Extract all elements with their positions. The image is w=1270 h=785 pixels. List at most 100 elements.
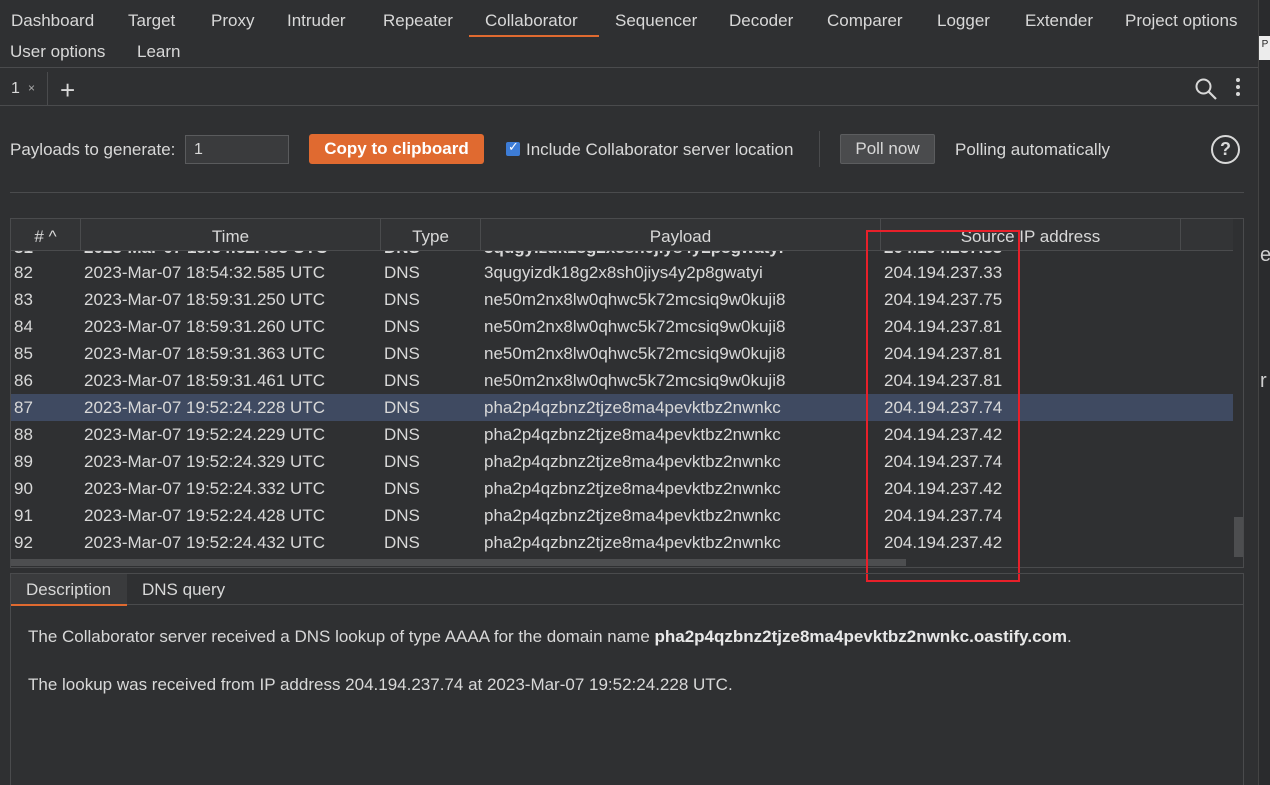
- adjacent-glyph: e: [1260, 244, 1270, 266]
- cell-payload: 3qugyizdk18g2x8sh0jiys4y2p8gwatyi: [484, 251, 784, 259]
- cell-payload: pha2p4qzbnz2tjze8ma4pevktbz2nwnkc: [484, 452, 781, 471]
- table-row[interactable]: 83 2023-Mar-07 18:59:31.250 UTC DNS ne50m2n…: [11, 286, 1233, 313]
- include-location-checkbox[interactable]: [506, 139, 520, 156]
- tab-label: 1: [11, 80, 20, 97]
- cell-payload: pha2p4qzbnz2tjze8ma4pevktbz2nwnkc: [484, 533, 781, 552]
- table-row[interactable]: 88 2023-Mar-07 19:52:24.229 UTC DNS pha2p4q…: [11, 421, 1233, 448]
- nav-user-options[interactable]: User options: [0, 36, 115, 67]
- cell-time: 2023-Mar-07 18:59:31.250 UTC: [84, 290, 325, 309]
- cell-source-ip: 204.194.237.81: [884, 344, 1003, 363]
- search-icon[interactable]: [1194, 77, 1218, 101]
- cell-time: 2023-Mar-07 19:52:24.228 UTC: [84, 398, 325, 417]
- cell-time: 2023-Mar-07 19:52:24.432 UTC: [84, 533, 325, 552]
- cell-id: 92: [14, 533, 33, 552]
- table-row[interactable]: 92 2023-Mar-07 19:52:24.432 UTC DNS pha2p4q…: [11, 529, 1233, 556]
- nav-comparer[interactable]: Comparer: [817, 5, 913, 36]
- cell-payload: pha2p4qzbnz2tjze8ma4pevktbz2nwnkc: [484, 479, 781, 498]
- nav-collaborator[interactable]: Collaborator: [469, 5, 599, 37]
- table-row[interactable]: 89 2023-Mar-07 19:52:24.329 UTC DNS pha2p4q…: [11, 448, 1233, 475]
- cell-payload: ne50m2nx8lw0qhwc5k72mcsiq9w0kuji8: [484, 371, 786, 390]
- table-row[interactable]: 82 2023-Mar-07 18:54:32.585 UTC DNS 3qugyiz…: [11, 259, 1233, 286]
- collaborator-tab-bar: 1 ×: [0, 68, 1258, 106]
- cell-payload: 3qugyizdk18g2x8sh0jiys4y2p8gwatyi: [484, 263, 763, 282]
- scrollbar-thumb[interactable]: [11, 559, 906, 566]
- nav-target[interactable]: Target: [118, 5, 185, 36]
- column-header-source-ip[interactable]: Source IP address: [881, 219, 1181, 251]
- table-row[interactable]: 81 2023-Mar-07 18:54:32.485 UTC DNS 3qug…: [11, 251, 1233, 259]
- poll-now-button[interactable]: Poll now: [840, 134, 935, 164]
- nav-proxy[interactable]: Proxy: [201, 5, 264, 36]
- adjacent-tag: P: [1259, 36, 1270, 60]
- nav-dashboard[interactable]: Dashboard: [1, 5, 104, 36]
- domain-name: pha2p4qzbnz2tjze8ma4pevktbz2nwnkc.oastif…: [654, 627, 1068, 646]
- table-row[interactable]: 84 2023-Mar-07 18:59:31.260 UTC DNS ne50m2n…: [11, 313, 1233, 340]
- cell-id: 82: [14, 263, 33, 282]
- nav-sequencer[interactable]: Sequencer: [605, 5, 707, 36]
- cell-type: DNS: [384, 290, 420, 309]
- details-panel: Description DNS query The Collaborator s…: [10, 573, 1244, 785]
- nav-repeater[interactable]: Repeater: [373, 5, 463, 36]
- nav-learn[interactable]: Learn: [127, 36, 190, 67]
- table-row[interactable]: 90 2023-Mar-07 19:52:24.332 UTC DNS pha2p4q…: [11, 475, 1233, 502]
- cell-id: 87: [14, 398, 33, 417]
- cell-id: 85: [14, 344, 33, 363]
- cell-type: DNS: [384, 371, 420, 390]
- interactions-table: # ^ Time Type Payload Source IP address …: [10, 218, 1244, 568]
- cell-time: 2023-Mar-07 18:54:32.585 UTC: [84, 263, 325, 282]
- nav-logger[interactable]: Logger: [927, 5, 1000, 36]
- cell-source-ip: 204.194.237.74: [884, 506, 1003, 525]
- add-tab-button[interactable]: +: [60, 75, 75, 106]
- cell-time: 2023-Mar-07 19:52:24.229 UTC: [84, 425, 325, 444]
- table-row[interactable]: 86 2023-Mar-07 18:59:31.461 UTC DNS ne50m2n…: [11, 367, 1233, 394]
- adjacent-glyph: r: [1260, 370, 1267, 392]
- more-options-icon[interactable]: [1236, 78, 1242, 98]
- cell-id: 90: [14, 479, 33, 498]
- cell-type: DNS: [384, 425, 420, 444]
- cell-type: DNS: [384, 479, 420, 498]
- nav-extender[interactable]: Extender: [1015, 5, 1103, 36]
- column-header-payload[interactable]: Payload: [481, 219, 881, 251]
- cell-time: 2023-Mar-07 18:59:31.363 UTC: [84, 344, 325, 363]
- cell-id: 91: [14, 506, 33, 525]
- details-tabs: Description DNS query: [11, 574, 1243, 606]
- divider: [819, 131, 820, 167]
- close-tab-icon[interactable]: ×: [28, 81, 35, 95]
- vertical-scrollbar[interactable]: [1233, 251, 1243, 567]
- cell-source-ip: 204.194.237.42: [884, 479, 1003, 498]
- table-row[interactable]: 91 2023-Mar-07 19:52:24.428 UTC DNS pha2p4q…: [11, 502, 1233, 529]
- horizontal-scrollbar[interactable]: [11, 557, 1233, 567]
- nav-project-options[interactable]: Project options: [1115, 5, 1247, 36]
- description-line-2: The lookup was received from IP address …: [28, 675, 733, 694]
- cell-payload: ne50m2nx8lw0qhwc5k72mcsiq9w0kuji8: [484, 290, 786, 309]
- column-header-time[interactable]: Time: [81, 219, 381, 251]
- cell-source-ip: 204.194.237.42: [884, 533, 1003, 552]
- cell-time: 2023-Mar-07 18:59:31.461 UTC: [84, 371, 325, 390]
- tab-description[interactable]: Description: [11, 574, 127, 606]
- payloads-count-input[interactable]: [185, 135, 289, 164]
- cell-type: DNS: [384, 344, 420, 363]
- help-icon[interactable]: ?: [1211, 135, 1240, 164]
- cell-time: 2023-Mar-07 18:59:31.260 UTC: [84, 317, 325, 336]
- column-header-type[interactable]: Type: [381, 219, 481, 251]
- tab-dns-query[interactable]: DNS query: [127, 574, 240, 605]
- scrollbar-thumb[interactable]: [1234, 517, 1243, 557]
- tab-1[interactable]: 1 ×: [0, 72, 48, 106]
- cell-id: 84: [14, 317, 33, 336]
- cell-payload: pha2p4qzbnz2tjze8ma4pevktbz2nwnkc: [484, 506, 781, 525]
- nav-intruder[interactable]: Intruder: [277, 5, 356, 36]
- polling-status: Polling automatically: [955, 140, 1110, 159]
- table-row[interactable]: 87 2023-Mar-07 19:52:24.228 UTC DNS pha2p4q…: [11, 394, 1233, 421]
- table-row[interactable]: 85 2023-Mar-07 18:59:31.363 UTC DNS ne50m2n…: [11, 340, 1233, 367]
- cell-type: DNS: [384, 398, 420, 417]
- copy-to-clipboard-button[interactable]: Copy to clipboard: [309, 134, 484, 164]
- nav-decoder[interactable]: Decoder: [719, 5, 803, 36]
- column-header-id[interactable]: # ^: [11, 219, 81, 251]
- cell-type: DNS: [384, 251, 420, 259]
- cell-type: DNS: [384, 506, 420, 525]
- payloads-label: Payloads to generate:: [10, 140, 176, 159]
- top-nav: Dashboard Target Proxy Intruder Repeater…: [0, 0, 1258, 68]
- description-line-1: The Collaborator server received a DNS l…: [28, 627, 1072, 647]
- cell-id: 88: [14, 425, 33, 444]
- cell-source-ip: 204.194.237.81: [884, 371, 1003, 390]
- include-location-label[interactable]: Include Collaborator server location: [526, 140, 793, 160]
